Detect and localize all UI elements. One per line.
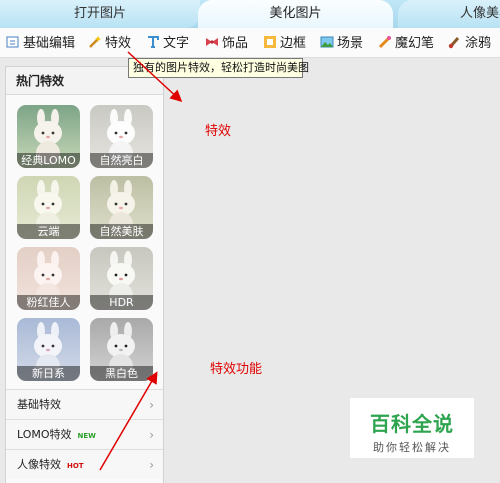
watermark-subtitle: 助你轻松解决	[373, 441, 451, 454]
annotation-arrow	[99, 371, 158, 471]
annotation-effects-function: 特效功能	[210, 362, 263, 377]
annotation-effects: 特效	[205, 124, 232, 139]
watermark-title: 百科全说	[370, 412, 454, 436]
watermark: 百科全说 助你轻松解决	[350, 398, 474, 458]
annotation-arrow	[127, 51, 183, 103]
